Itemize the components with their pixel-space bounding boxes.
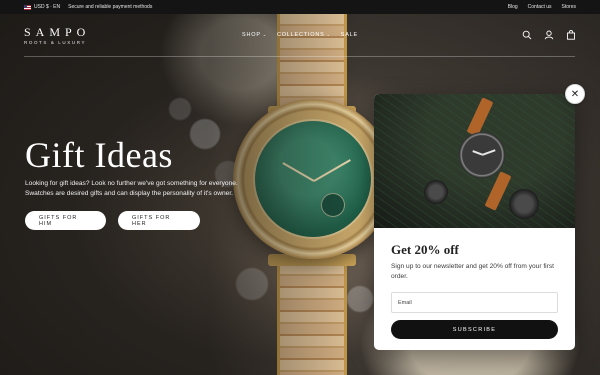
hero-buttons: GIFTS FOR HIM GIFTS FOR HER — [25, 211, 255, 230]
search-icon[interactable] — [522, 30, 532, 40]
nav-collections-label: COLLECTIONS — [276, 32, 325, 38]
popup-watch-case — [459, 132, 505, 178]
logo[interactable]: SAMPO ROOTS & LUXURY — [24, 26, 90, 45]
popup-watch-strap-top — [466, 97, 494, 137]
gifts-for-her-button[interactable]: GIFTS FOR HER — [118, 211, 200, 230]
chevron-down-icon: ⌄ — [326, 32, 331, 37]
announcement-message: Secure and reliable payment methods — [68, 4, 153, 10]
popup-product-box — [509, 189, 539, 219]
nav-shop-label: SHOP — [242, 32, 261, 38]
watch-strap-bottom — [277, 264, 347, 375]
site-header: SAMPO ROOTS & LUXURY SHOP ⌄ COLLECTIONS ⌄ … — [0, 14, 600, 56]
popup-product-box — [424, 180, 448, 204]
watch-hour-hand — [282, 162, 315, 182]
email-field[interactable] — [391, 292, 558, 313]
stores-link[interactable]: Stores — [562, 4, 576, 10]
nav-shop[interactable]: SHOP ⌄ — [242, 32, 267, 38]
popup-watch-hand — [481, 149, 496, 156]
gifts-for-him-button[interactable]: GIFTS FOR HIM — [25, 211, 106, 230]
watch-minute-hand — [313, 159, 351, 182]
contact-link[interactable]: Contact us — [528, 4, 552, 10]
utility-links: Blog Contact us Stores — [508, 4, 576, 10]
account-icon[interactable] — [544, 30, 554, 40]
blog-link[interactable]: Blog — [508, 4, 518, 10]
close-icon[interactable]: ✕ — [565, 84, 585, 104]
popup-description: Sign up to our newsletter and get 20% of… — [391, 263, 554, 280]
nav-sale-label: SALE — [340, 32, 358, 38]
header-divider — [24, 56, 575, 57]
logo-name: SAMPO — [24, 24, 91, 39]
popup-watch-hand — [472, 150, 483, 156]
nav-sale[interactable]: SALE — [341, 32, 358, 38]
announcement-bar: USD $ · EN Secure and reliable payment m… — [0, 0, 600, 14]
subscribe-button[interactable]: SUBSCRIBE — [391, 320, 558, 339]
popup-watch-image — [374, 94, 575, 228]
cart-icon[interactable] — [566, 30, 576, 40]
header-icons — [522, 30, 576, 40]
hero-description: Looking for gift ideas? Look no further … — [25, 180, 238, 197]
currency-language-selector[interactable]: USD $ · EN — [34, 4, 60, 10]
popup-body: Get 20% off Sign up to our newsletter an… — [374, 228, 575, 339]
main-nav: SHOP ⌄ COLLECTIONS ⌄ SALE — [242, 32, 358, 38]
chevron-down-icon: ⌄ — [262, 32, 267, 37]
watch-case — [233, 99, 393, 259]
watch-dial — [253, 119, 373, 239]
popup-title: Get 20% off — [391, 242, 459, 257]
us-flag-icon — [24, 4, 31, 10]
popup-watch-strap-bottom — [484, 171, 512, 211]
newsletter-popup: Get 20% off Sign up to our newsletter an… — [374, 94, 575, 350]
nav-collections[interactable]: COLLECTIONS ⌄ — [277, 32, 331, 38]
logo-tagline: ROOTS & LUXURY — [24, 39, 87, 45]
watch-subdial — [321, 193, 345, 217]
hero-title: Gift Ideas — [25, 135, 173, 175]
hero-content: Gift Ideas Looking for gift ideas? Look … — [25, 137, 255, 230]
